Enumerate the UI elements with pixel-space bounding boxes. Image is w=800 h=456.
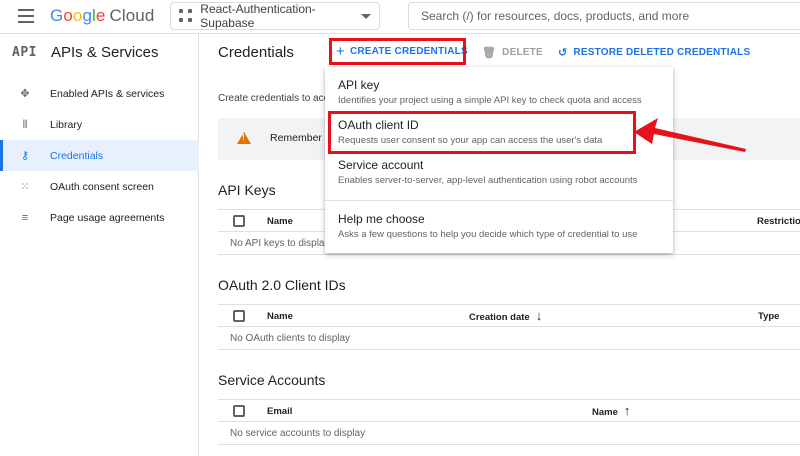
consent-icon: ⁙ xyxy=(20,180,30,193)
trash-icon: 🗑 xyxy=(482,47,497,59)
oauth-table: Name Creation date ↓ Type No OAuth client… xyxy=(218,304,800,350)
logo-letter: g xyxy=(82,6,93,25)
logo-letter: e xyxy=(95,6,106,25)
column-header[interactable]: Restriction xyxy=(757,216,800,227)
library-icon: ⦀ xyxy=(22,118,28,131)
delete-label: DELETE xyxy=(502,47,543,58)
key-icon: ⚷ xyxy=(20,149,30,162)
delete-button[interactable]: 🗑 DELETE xyxy=(482,46,543,59)
restore-button[interactable]: ↺ RESTORE DELETED CREDENTIALS xyxy=(558,46,750,59)
select-all-checkbox[interactable] xyxy=(233,405,245,417)
logo-letter: o xyxy=(63,6,73,25)
column-header[interactable]: Type xyxy=(758,311,779,322)
column-header[interactable]: Name xyxy=(267,311,293,322)
empty-message: No OAuth clients to display xyxy=(230,333,351,344)
menu-item-desc: Identifies your project using a simple A… xyxy=(338,95,642,106)
settings-list-icon: ≡ xyxy=(21,211,29,224)
banner-text: Remember t xyxy=(270,132,328,144)
menu-item-title: Service account xyxy=(338,158,424,172)
google-cloud-logo[interactable]: Google Cloud xyxy=(50,6,154,26)
annotation-arrow-icon xyxy=(634,118,746,152)
column-header-creation-date[interactable]: Creation date ↓ xyxy=(469,308,542,323)
select-all-checkbox[interactable] xyxy=(233,310,245,322)
empty-message: No service accounts to display xyxy=(230,428,366,439)
sidebar-item-library[interactable]: ⦀ Library xyxy=(0,109,199,140)
project-selector[interactable]: React-Authentication-Supabase xyxy=(170,2,380,30)
table-header: Name Creation date ↓ Type xyxy=(218,304,800,327)
menu-icon[interactable] xyxy=(18,9,34,23)
search-input[interactable]: Search (/) for resources, docs, products… xyxy=(408,2,800,30)
sidebar-title: APIs & Services xyxy=(50,43,159,61)
column-header-name[interactable]: Name ↑ xyxy=(592,403,630,418)
menu-item-title: API key xyxy=(338,78,380,92)
arrow-down-icon: ↓ xyxy=(535,308,543,323)
column-header[interactable]: Name xyxy=(267,216,293,227)
sidebar-item-label: Library xyxy=(50,118,83,131)
sidebar-item-label: Credentials xyxy=(50,149,104,162)
sidebar-item-oauth-consent[interactable]: ⁙ OAuth consent screen xyxy=(0,171,199,202)
top-bar: Google Cloud React-Authentication-Supabas… xyxy=(0,0,800,34)
api-keys-heading: API Keys xyxy=(218,182,276,198)
sidebar-item-credentials[interactable]: ⚷ Credentials xyxy=(0,140,199,171)
column-header-label: Creation date xyxy=(469,312,530,323)
oauth-heading: OAuth 2.0 Client IDs xyxy=(218,277,346,293)
sidebar-item-enabled-apis[interactable]: ✥ Enabled APIs & services xyxy=(0,78,199,109)
service-accounts-table: Email Name ↑ No service accounts to displ… xyxy=(218,399,800,445)
sidebar-item-label: Enabled APIs & services xyxy=(50,87,165,100)
project-dots-icon xyxy=(179,9,192,23)
oauth-highlight-box xyxy=(328,111,636,154)
search-placeholder: Search (/) for resources, docs, products… xyxy=(421,9,690,23)
sidebar: API APIs & Services ✥ Enabled APIs & ser… xyxy=(0,34,199,456)
table-row: No service accounts to display xyxy=(218,422,800,445)
menu-item-title: Help me choose xyxy=(338,212,425,226)
column-header-label: Name xyxy=(592,407,618,418)
sidebar-item-page-usage[interactable]: ≡ Page usage agreements xyxy=(0,202,199,233)
logo-product: Cloud xyxy=(109,6,155,25)
sidebar-item-label: OAuth consent screen xyxy=(50,180,154,193)
sidebar-header: API APIs & Services xyxy=(0,34,199,70)
api-badge: API xyxy=(12,44,37,60)
warning-icon xyxy=(237,132,251,144)
empty-message: No API keys to displa xyxy=(230,238,325,249)
create-credentials-menu: API key Identifies your project using a … xyxy=(325,67,673,253)
caret-down-icon xyxy=(361,13,371,19)
restore-label: RESTORE DELETED CREDENTIALS xyxy=(573,47,751,58)
page-title: Credentials xyxy=(218,44,294,61)
sidebar-item-label: Page usage agreements xyxy=(50,211,165,224)
table-header: Email Name ↑ xyxy=(218,399,800,422)
menu-item-api-key[interactable]: API key Identifies your project using a … xyxy=(325,67,673,109)
logo-letter: G xyxy=(50,6,64,25)
table-row: No OAuth clients to display xyxy=(218,327,800,350)
restore-icon: ↺ xyxy=(558,47,568,59)
page-description: Create credentials to acc xyxy=(218,93,329,104)
menu-item-desc: Enables server-to-server, app-level auth… xyxy=(338,175,638,186)
create-highlight-box xyxy=(329,38,466,65)
menu-item-desc: Asks a few questions to help you decide … xyxy=(338,229,638,240)
arrow-up-icon: ↑ xyxy=(623,403,631,418)
service-accounts-heading: Service Accounts xyxy=(218,372,326,388)
diamond-icon: ✥ xyxy=(20,87,30,100)
select-all-checkbox[interactable] xyxy=(233,215,245,227)
menu-item-help-me-choose[interactable]: Help me choose Asks a few questions to h… xyxy=(325,201,673,243)
project-name: React-Authentication-Supabase xyxy=(200,2,316,30)
column-header[interactable]: Email xyxy=(267,406,292,417)
